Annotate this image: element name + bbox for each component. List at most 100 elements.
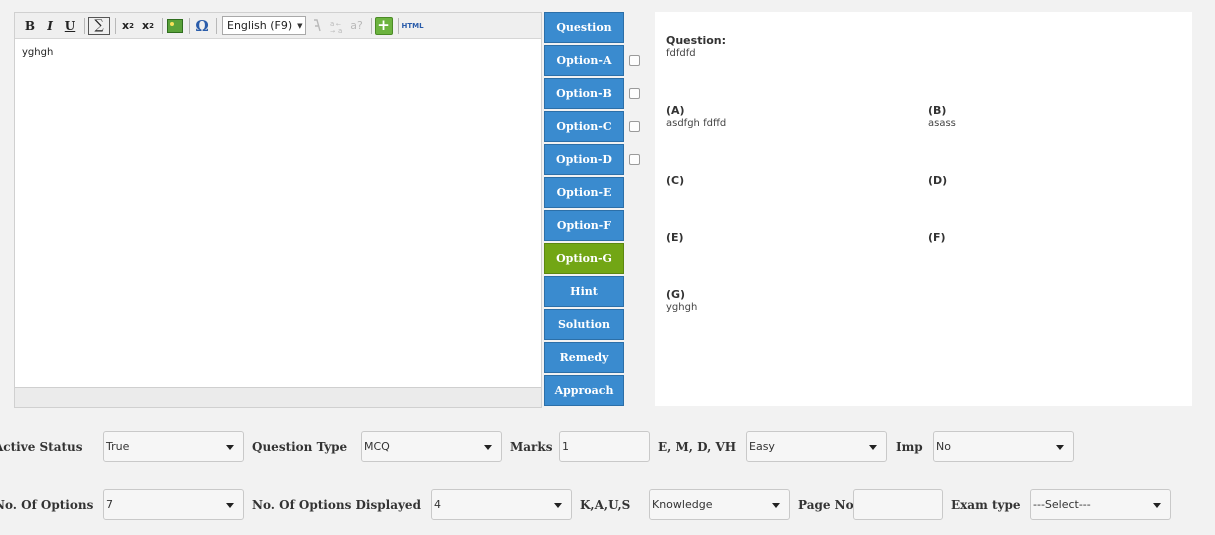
html-source-button[interactable]: HTML: [402, 17, 424, 35]
dropdown-arrow-icon: ▼: [297, 21, 303, 30]
kaus-label: K,A,U,S: [580, 498, 631, 512]
preview-option-f-label: (F): [928, 231, 946, 244]
transliterate-icon[interactable]: a ← → a: [328, 17, 346, 35]
marks-label: Marks: [510, 440, 553, 454]
option-c-button[interactable]: Option-C: [544, 111, 624, 142]
spellcheck-icon[interactable]: [308, 17, 326, 35]
exam-type-label: Exam type: [951, 498, 1021, 512]
question-button[interactable]: Question: [544, 12, 624, 43]
plus-icon: +: [374, 16, 393, 35]
image-icon: [167, 18, 183, 33]
editor-status-bar: [15, 387, 541, 407]
kaus-value: Knowledge: [652, 498, 713, 511]
chevron-down-icon: [1056, 445, 1064, 450]
toolbar-separator: [162, 17, 163, 34]
solution-button[interactable]: Solution: [544, 309, 624, 340]
superscript-mark: 2: [149, 22, 154, 30]
svg-text:a: a: [338, 27, 342, 34]
italic-button[interactable]: I: [41, 17, 59, 35]
editor-toolbar: B I U ∑ x2 x2 Ω English (F9) ▼ a ← → a a? +…: [15, 13, 541, 39]
num-options-displayed-label: No. Of Options Displayed: [252, 498, 421, 512]
option-b-checkbox[interactable]: [629, 88, 640, 99]
imp-select[interactable]: No: [933, 431, 1074, 462]
option-c-checkbox[interactable]: [629, 121, 640, 132]
rich-text-editor: B I U ∑ x2 x2 Ω English (F9) ▼ a ← → a a? +…: [14, 12, 542, 408]
toolbar-separator: [189, 17, 190, 34]
exam-type-select[interactable]: ---Select---: [1030, 489, 1171, 520]
underline-button[interactable]: U: [61, 17, 79, 35]
marks-value: 1: [562, 440, 569, 453]
marks-input[interactable]: 1: [559, 431, 650, 462]
subscript-mark: 2: [129, 22, 134, 30]
hint-button[interactable]: Hint: [544, 276, 624, 307]
preview-question-text: fdfdfd: [666, 48, 696, 59]
svg-text:→: →: [330, 28, 335, 34]
preview-question-label: Question:: [666, 34, 727, 47]
chevron-down-icon: [554, 503, 562, 508]
option-d-checkbox[interactable]: [629, 154, 640, 165]
option-a-checkbox[interactable]: [629, 55, 640, 66]
subscript-glyph: x: [122, 19, 130, 32]
active-status-value: True: [106, 440, 130, 453]
editor-content-area[interactable]: yghgh: [15, 39, 541, 386]
option-e-button[interactable]: Option-E: [544, 177, 624, 208]
toolbar-separator: [370, 17, 372, 34]
preview-option-a-text: asdfgh fdffd: [666, 118, 727, 129]
special-character-button[interactable]: Ω: [193, 17, 211, 35]
exam-type-value: ---Select---: [1033, 498, 1091, 511]
option-g-button[interactable]: Option-G: [544, 243, 624, 274]
chevron-down-icon: [484, 445, 492, 450]
difficulty-value: Easy: [749, 440, 775, 453]
option-a-button[interactable]: Option-A: [544, 45, 624, 76]
insert-button[interactable]: +: [374, 16, 393, 35]
language-value: English (F9): [227, 19, 293, 32]
chevron-down-icon: [1153, 503, 1161, 508]
option-d-button[interactable]: Option-D: [544, 144, 624, 175]
num-options-value: 7: [106, 498, 113, 511]
difficulty-label: E, M, D, VH: [658, 440, 737, 454]
svg-text:a: a: [330, 20, 334, 28]
section-button-column: Question Option-A Option-B Option-C Opti…: [544, 12, 624, 408]
preview-option-c-label: (C): [666, 174, 685, 187]
subscript-button[interactable]: x2: [119, 17, 137, 35]
question-preview-panel: Question: fdfdfd (A) asdfgh fdffd (B) as…: [655, 12, 1192, 406]
num-options-displayed-select[interactable]: 4: [431, 489, 572, 520]
question-type-select[interactable]: MCQ: [361, 431, 502, 462]
approach-button[interactable]: Approach: [544, 375, 624, 406]
remedy-button[interactable]: Remedy: [544, 342, 624, 373]
chevron-down-icon: [226, 503, 234, 508]
page-no-input[interactable]: [853, 489, 943, 520]
difficulty-select[interactable]: Easy: [746, 431, 887, 462]
insert-image-button[interactable]: [166, 17, 184, 35]
superscript-button[interactable]: x2: [139, 17, 157, 35]
superscript-glyph: x: [142, 19, 150, 32]
sigma-button[interactable]: ∑: [88, 16, 110, 35]
preview-option-e-label: (E): [666, 231, 684, 244]
num-options-select[interactable]: 7: [103, 489, 244, 520]
preview-option-g-label: (G): [666, 288, 686, 301]
bold-button[interactable]: B: [21, 17, 39, 35]
active-status-select[interactable]: True: [103, 431, 244, 462]
chevron-down-icon: [772, 503, 780, 508]
preview-option-b-label: (B): [928, 104, 947, 117]
page-no-label: Page No: [798, 498, 854, 512]
editor-text: yghgh: [22, 47, 54, 58]
num-options-displayed-value: 4: [434, 498, 441, 511]
question-type-value: MCQ: [364, 440, 390, 453]
preview-option-a-label: (A): [666, 104, 685, 117]
chevron-down-icon: [869, 445, 877, 450]
preview-option-b-text: asass: [928, 118, 956, 129]
option-f-button[interactable]: Option-F: [544, 210, 624, 241]
language-dropdown[interactable]: English (F9) ▼: [222, 16, 306, 35]
toolbar-separator: [216, 17, 217, 34]
kaus-select[interactable]: Knowledge: [649, 489, 790, 520]
toolbar-separator: [115, 17, 116, 34]
toolbar-separator: [397, 17, 399, 34]
imp-label: Imp: [896, 440, 923, 454]
imp-value: No: [936, 440, 951, 453]
option-b-button[interactable]: Option-B: [544, 78, 624, 109]
question-type-label: Question Type: [252, 440, 348, 454]
preview-option-d-label: (D): [928, 174, 948, 187]
toolbar-separator: [84, 17, 85, 34]
spell-suggest-button[interactable]: a?: [348, 17, 366, 35]
